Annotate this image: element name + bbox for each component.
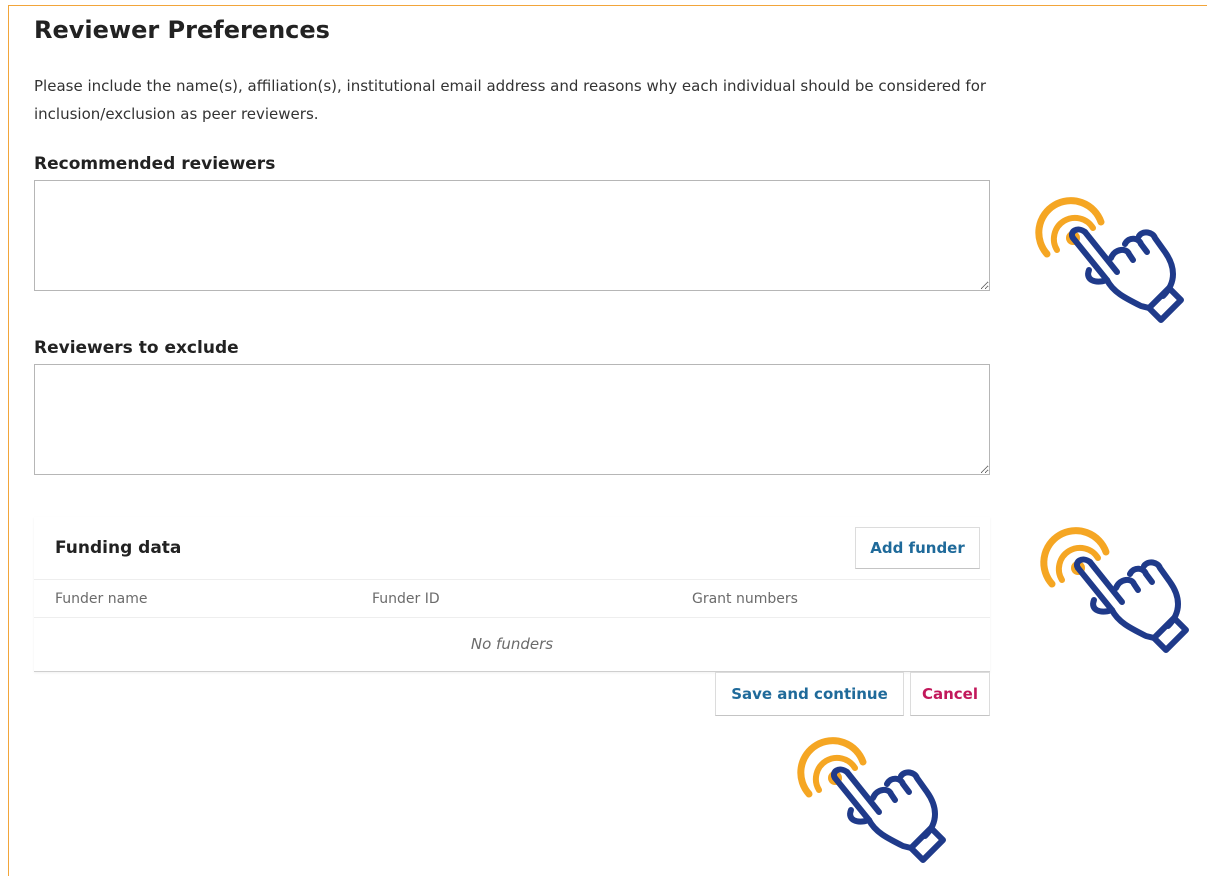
- recommended-reviewers-textarea[interactable]: [34, 180, 990, 291]
- tap-hand-icon: [1035, 197, 1184, 323]
- tap-hand-icon: [1040, 527, 1189, 653]
- save-and-continue-button[interactable]: Save and continue: [715, 672, 904, 716]
- column-funder-id: Funder ID: [372, 591, 440, 607]
- column-funder-name: Funder name: [55, 591, 148, 607]
- reviewers-to-exclude-textarea[interactable]: [34, 364, 990, 475]
- funding-table-header: Funder name Funder ID Grant numbers: [34, 579, 990, 618]
- frame-border-top: [8, 5, 1207, 6]
- tap-hand-icon: [797, 737, 946, 863]
- intro-text: Please include the name(s), affiliation(…: [34, 77, 987, 123]
- column-grant-numbers: Grant numbers: [692, 591, 798, 607]
- cancel-button[interactable]: Cancel: [910, 672, 990, 716]
- page-title: Reviewer Preferences: [34, 16, 330, 44]
- no-funders-message: No funders: [470, 635, 554, 653]
- frame-border-left: [8, 5, 9, 876]
- funding-data-title: Funding data: [55, 538, 182, 558]
- add-funder-button[interactable]: Add funder: [855, 527, 980, 569]
- recommended-reviewers-label: Recommended reviewers: [34, 154, 276, 174]
- reviewers-to-exclude-label: Reviewers to exclude: [34, 338, 239, 358]
- funding-data-panel: Funding data Add funder Funder name Fund…: [34, 517, 990, 672]
